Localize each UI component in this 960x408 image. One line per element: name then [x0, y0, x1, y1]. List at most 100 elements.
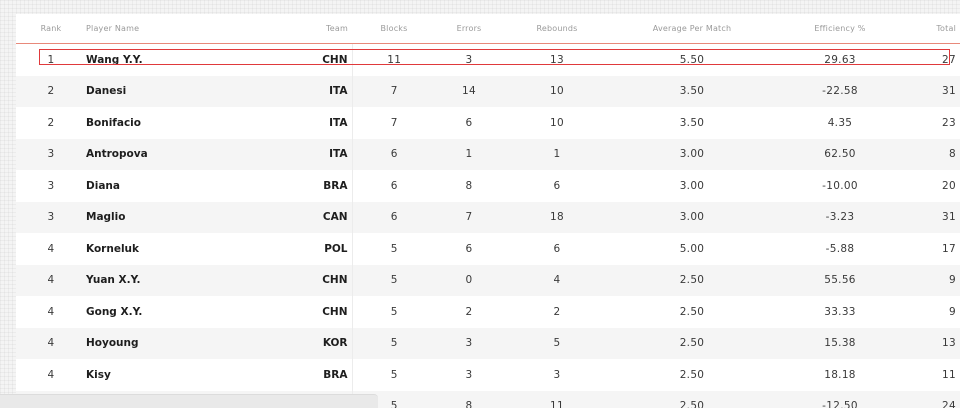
cell-player-name: Antropova [86, 138, 276, 170]
table-row[interactable]: 2 Bonifacio ITA 7 6 10 3.50 4.35 23 [16, 107, 960, 139]
cell-blocks: 7 [352, 75, 436, 107]
player-stats-table: Rank Player Name Team Blocks Errors Rebo… [16, 14, 960, 408]
cell-team: CHN [276, 296, 353, 328]
table-body: 1 Wang Y.Y. CHN 11 3 13 5.50 29.63 27 2 Danesi ITA 7… [16, 43, 960, 408]
cell-efficiency: 15.38 [772, 327, 908, 359]
cell-rank: 3 [16, 138, 86, 170]
cell-average-per-match: 2.50 [612, 296, 772, 328]
cell-rank: 2 [16, 75, 86, 107]
blocking-stats-panel: Rank Player Name Team Blocks Errors Rebo… [16, 14, 960, 408]
cell-average-per-match: 2.50 [612, 390, 772, 408]
cell-errors: 14 [436, 75, 502, 107]
table-header-row: Rank Player Name Team Blocks Errors Rebo… [16, 14, 960, 44]
cell-player-name: Korneluk [86, 233, 276, 265]
cell-rank: 4 [16, 296, 86, 328]
cell-average-per-match: 5.50 [612, 43, 772, 76]
cell-rebounds: 10 [502, 75, 612, 107]
cell-team: KOR [276, 327, 353, 359]
table-row[interactable]: 4 Kisy BRA 5 3 3 2.50 18.18 11 [16, 359, 960, 391]
cell-player-name: Maglio [86, 201, 276, 233]
cell-rank: 4 [16, 264, 86, 296]
cell-errors: 3 [436, 43, 502, 76]
cell-errors: 3 [436, 327, 502, 359]
cell-team: CHN [276, 43, 353, 76]
cell-rank: 4 [16, 359, 86, 391]
cell-team: POL [276, 233, 353, 265]
header-rebounds[interactable]: Rebounds [502, 14, 612, 44]
cell-rebounds: 11 [502, 390, 612, 408]
cell-efficiency: 33.33 [772, 296, 908, 328]
header-total[interactable]: Total [908, 14, 960, 44]
cell-total: 23 [908, 107, 960, 139]
cell-team: CHN [276, 264, 353, 296]
cell-player-name: Hoyoung [86, 327, 276, 359]
header-player-name[interactable]: Player Name [86, 14, 276, 44]
header-team[interactable]: Team [276, 14, 352, 44]
cell-player-name: Diana [86, 170, 276, 202]
cell-blocks: 5 [352, 327, 436, 359]
cell-average-per-match: 3.00 [612, 138, 772, 170]
cell-efficiency: 29.63 [772, 43, 908, 76]
cell-efficiency: -3.23 [772, 201, 908, 233]
table-row[interactable]: 3 Antropova ITA 6 1 1 3.00 62.50 8 [16, 138, 960, 170]
header-rank[interactable]: Rank [16, 14, 86, 44]
cell-total: 24 [908, 390, 960, 408]
table-row[interactable]: 3 Diana BRA 6 8 6 3.00 -10.00 20 [16, 170, 960, 202]
cell-total: 11 [908, 359, 960, 391]
cell-total: 9 [908, 264, 960, 296]
cell-average-per-match: 2.50 [612, 264, 772, 296]
cell-errors: 0 [436, 264, 502, 296]
cell-efficiency: -10.00 [772, 170, 908, 202]
cell-average-per-match: 5.00 [612, 233, 772, 265]
header-efficiency[interactable]: Efficiency % [772, 14, 908, 44]
cell-efficiency: 62.50 [772, 138, 908, 170]
cell-efficiency: -12.50 [772, 390, 908, 408]
cell-blocks: 6 [352, 170, 436, 202]
cell-rebounds: 3 [502, 359, 612, 391]
cell-efficiency: -22.58 [772, 75, 908, 107]
table-row[interactable]: 2 Danesi ITA 7 14 10 3.50 -22.58 31 [16, 75, 960, 107]
cell-team: BRA [276, 170, 353, 202]
cell-errors: 8 [436, 390, 502, 408]
cell-player-name: Danesi [86, 75, 276, 107]
cell-rank: 3 [16, 201, 86, 233]
table-row[interactable]: 4 Hoyoung KOR 5 3 5 2.50 15.38 13 [16, 327, 960, 359]
cell-average-per-match: 3.00 [612, 170, 772, 202]
cell-total: 31 [908, 201, 960, 233]
cell-rank: 2 [16, 107, 86, 139]
cell-average-per-match: 3.00 [612, 201, 772, 233]
cell-rebounds: 18 [502, 201, 612, 233]
cell-errors: 3 [436, 359, 502, 391]
table-row[interactable]: 3 Maglio CAN 6 7 18 3.00 -3.23 31 [16, 201, 960, 233]
cell-errors: 6 [436, 233, 502, 265]
horizontal-scrollbar[interactable] [0, 394, 378, 408]
cell-errors: 2 [436, 296, 502, 328]
cell-blocks: 5 [352, 296, 436, 328]
cell-efficiency: 4.35 [772, 107, 908, 139]
cell-rank: 3 [16, 170, 86, 202]
cell-blocks: 6 [352, 138, 436, 170]
table-row[interactable]: 4 Korneluk POL 5 6 6 5.00 -5.88 17 [16, 233, 960, 265]
cell-rank: 4 [16, 327, 86, 359]
table-row[interactable]: 4 Yuan X.Y. CHN 5 0 4 2.50 55.56 9 [16, 264, 960, 296]
header-blocks[interactable]: Blocks [352, 14, 436, 44]
header-average-per-match[interactable]: Average Per Match [612, 14, 772, 44]
cell-rebounds: 5 [502, 327, 612, 359]
cell-rebounds: 10 [502, 107, 612, 139]
cell-team: BRA [276, 359, 353, 391]
table-row[interactable]: 1 Wang Y.Y. CHN 11 3 13 5.50 29.63 27 [16, 43, 960, 76]
cell-errors: 8 [436, 170, 502, 202]
cell-rebounds: 2 [502, 296, 612, 328]
cell-team: ITA [276, 138, 353, 170]
table-row[interactable]: 4 Gong X.Y. CHN 5 2 2 2.50 33.33 9 [16, 296, 960, 328]
cell-total: 31 [908, 75, 960, 107]
cell-efficiency: 55.56 [772, 264, 908, 296]
cell-average-per-match: 2.50 [612, 359, 772, 391]
cell-blocks: 5 [352, 264, 436, 296]
header-errors[interactable]: Errors [436, 14, 502, 44]
cell-total: 9 [908, 296, 960, 328]
cell-average-per-match: 3.50 [612, 75, 772, 107]
cell-efficiency: -5.88 [772, 233, 908, 265]
cell-rebounds: 13 [502, 43, 612, 76]
cell-average-per-match: 2.50 [612, 327, 772, 359]
